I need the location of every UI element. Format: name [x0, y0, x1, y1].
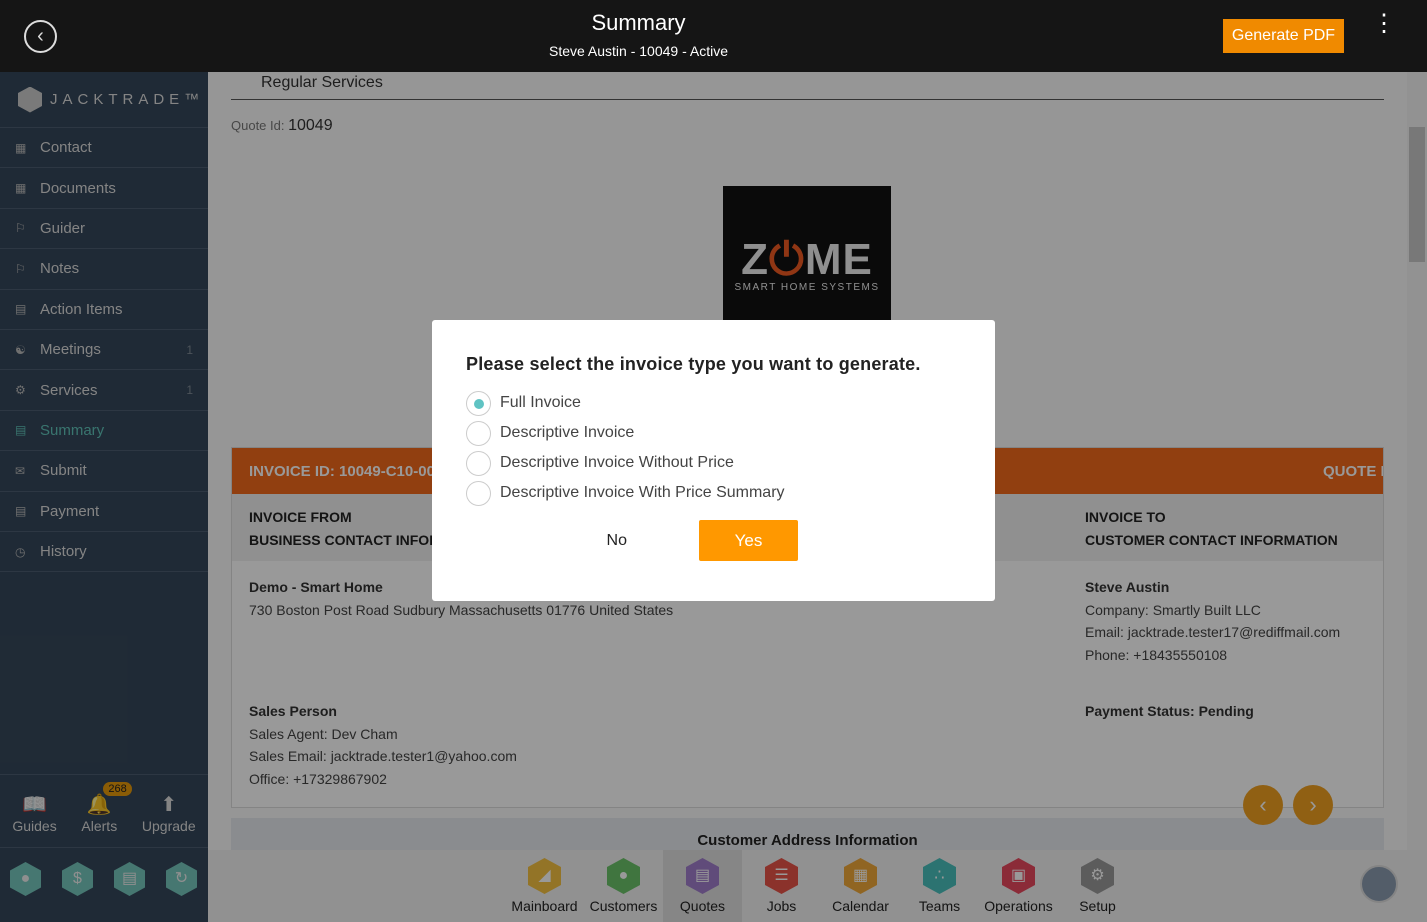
- option-label: Descriptive Invoice: [500, 424, 635, 441]
- option-label: Full Invoice: [500, 394, 581, 411]
- page-subtitle: Steve Austin - 10049 - Active: [549, 43, 728, 59]
- no-button[interactable]: No: [527, 520, 627, 561]
- radio-button[interactable]: [466, 390, 491, 416]
- option-label: Descriptive Invoice With Price Summary: [500, 484, 785, 501]
- top-bar: ‹ Summary Steve Austin - 10049 - Active …: [0, 0, 1427, 72]
- page-title: Summary: [591, 10, 686, 35]
- more-vertical-icon[interactable]: ⋮: [1372, 12, 1396, 36]
- radio-button[interactable]: [466, 420, 491, 446]
- invoice-option[interactable]: Descriptive Invoice Without Price: [466, 448, 961, 478]
- generate-pdf-button[interactable]: Generate PDF: [1223, 19, 1344, 53]
- invoice-option[interactable]: Descriptive Invoice With Price Summary: [466, 478, 961, 508]
- radio-button[interactable]: [466, 450, 491, 476]
- yes-button[interactable]: Yes: [699, 520, 798, 561]
- invoice-option[interactable]: Descriptive Invoice: [466, 418, 961, 448]
- radio-button[interactable]: [466, 480, 491, 506]
- invoice-type-dialog: Please select the invoice type you want …: [432, 320, 995, 601]
- option-label: Descriptive Invoice Without Price: [500, 454, 734, 471]
- dialog-title: Please select the invoice type you want …: [466, 354, 921, 374]
- invoice-option[interactable]: Full Invoice: [466, 388, 961, 418]
